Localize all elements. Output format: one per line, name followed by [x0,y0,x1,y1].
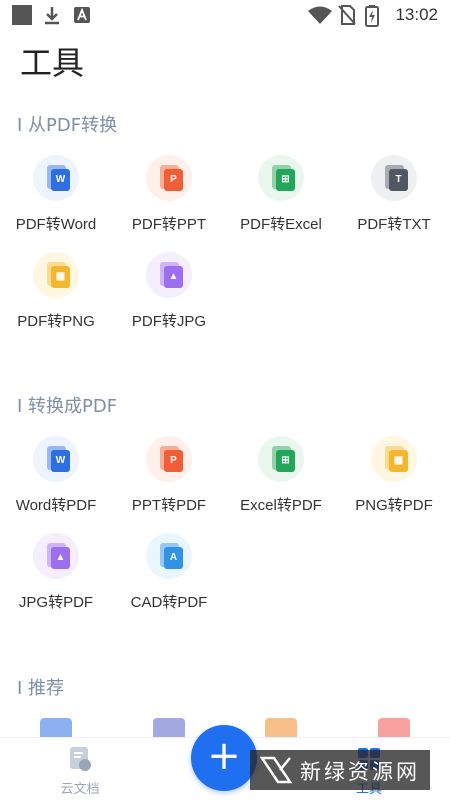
tool-jpg-to-pdf[interactable]: ▲ JPG转PDF [6,533,106,612]
tool-label: PDF转Excel [240,216,322,233]
tool-label: CAD转PDF [130,594,208,611]
wifi-icon [308,6,332,24]
tool-pdf-to-txt[interactable]: T PDF转TXT [344,155,444,234]
png-image-icon: ▦ [371,436,417,482]
nav-cloud-docs[interactable]: 云文档 [40,746,120,797]
section-title-recommended: I 推荐 [17,678,65,699]
app-square-icon [12,5,32,25]
tool-label: PDF转Word [15,216,97,233]
status-bar: 13:02 [0,0,450,30]
ppt-doc-icon: P [146,155,192,201]
recommended-ocr-icon[interactable] [153,718,185,738]
txt-doc-icon: T [371,155,417,201]
jpg-image-icon: ▲ [33,533,79,579]
status-time: 13:02 [395,5,438,24]
watermark-logo-icon [260,756,293,784]
page-title: 工具 [20,44,85,82]
excel-doc-icon: ⊞ [258,436,304,482]
watermark-text: 新绿资源网 [300,760,420,784]
word-doc-icon: W [33,436,79,482]
tool-label: Excel转PDF [240,497,322,514]
download-icon [45,7,59,25]
a-badge-icon [74,7,90,23]
plus-icon: + [207,733,241,779]
excel-doc-icon: ⊞ [258,155,304,201]
tool-pdf-to-excel[interactable]: ⊞ PDF转Excel [231,155,331,234]
tool-pdf-to-ppt[interactable]: P PDF转PPT [119,155,219,234]
recommended-scan-icon[interactable] [40,718,72,738]
tool-pdf-to-jpg[interactable]: ▲ PDF转JPG [119,252,219,331]
battery-charging-icon [365,5,379,27]
ppt-doc-icon: P [146,436,192,482]
jpg-image-icon: ▲ [146,252,192,298]
tool-cad-to-pdf[interactable]: A CAD转PDF [119,533,219,612]
cad-doc-icon: A [146,533,192,579]
tool-label: JPG转PDF [18,594,94,611]
tool-label: PNG转PDF [355,497,433,514]
section-title-to-pdf: I 转换成PDF [17,396,118,417]
tool-label: PDF转PPT [131,216,207,233]
tool-png-to-pdf[interactable]: ▦ PNG转PDF [344,436,444,515]
tool-word-to-pdf[interactable]: W Word转PDF [6,436,106,515]
tool-pdf-to-word[interactable]: W PDF转Word [6,155,106,234]
tool-ppt-to-pdf[interactable]: P PPT转PDF [119,436,219,515]
word-doc-icon: W [33,155,79,201]
watermark: 新绿资源网 [250,750,430,790]
cloud-doc-icon [70,747,91,771]
tool-label: PDF转TXT [357,216,431,233]
tool-pdf-to-png[interactable]: ▦ PDF转PNG [6,252,106,331]
no-sim-icon [338,5,356,25]
recommended-grid-icon[interactable] [265,718,297,738]
tool-label: PDF转PNG [17,313,95,330]
section-title-from-pdf: I 从PDF转换 [17,115,118,136]
tool-excel-to-pdf[interactable]: ⊞ Excel转PDF [231,436,331,515]
png-image-icon: ▦ [33,252,79,298]
add-button[interactable]: + [191,725,257,791]
tool-label: Word转PDF [15,497,97,514]
tool-label: PPT转PDF [131,497,207,514]
recommended-merge-icon[interactable] [378,718,410,738]
tool-label: PDF转JPG [131,313,207,330]
